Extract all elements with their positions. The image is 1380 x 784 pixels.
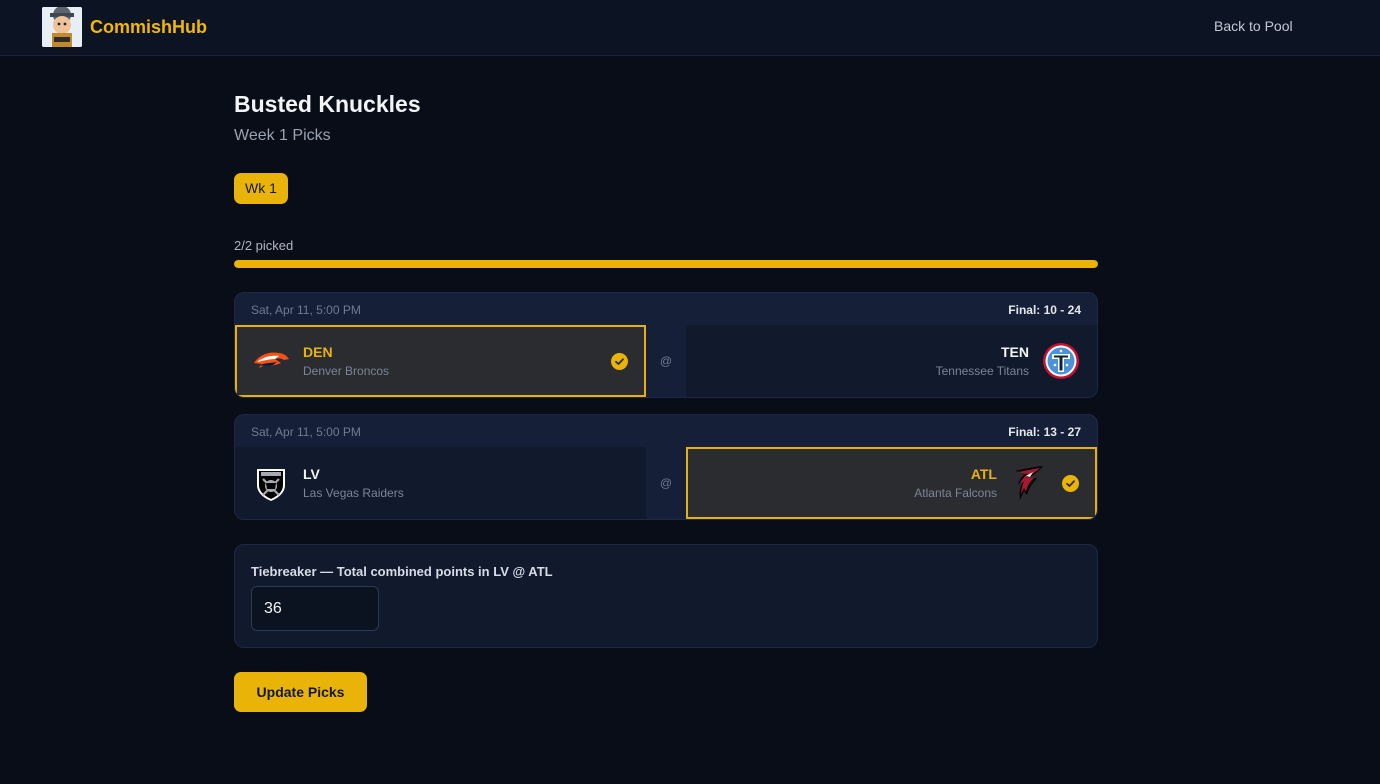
- progress-bar: [234, 260, 1098, 268]
- team-option-atl[interactable]: ATL Atlanta Falcons: [686, 447, 1097, 519]
- team-name: Tennessee Titans: [935, 364, 1029, 378]
- page-title: Busted Knuckles: [234, 91, 421, 117]
- team-name: Atlanta Falcons: [914, 486, 997, 500]
- team-option-lv[interactable]: LV Las Vegas Raiders: [235, 447, 646, 519]
- team-option-ten[interactable]: TEN Tennessee Titans: [686, 325, 1097, 397]
- page-subtitle: Week 1 Picks: [234, 127, 331, 144]
- game-header: Sat, Apr 11, 5:00 PM Final: 10 - 24: [235, 293, 1097, 325]
- team-name: Las Vegas Raiders: [303, 486, 404, 500]
- checkmark-icon: [1062, 475, 1079, 492]
- progress-label: 2/2 picked: [234, 238, 294, 253]
- team-name: Denver Broncos: [303, 364, 390, 378]
- falcons-logo-icon: [1009, 463, 1049, 503]
- progress-bar-fill: [234, 260, 1098, 268]
- tiebreaker-label: Tiebreaker — Total combined points in LV…: [251, 564, 553, 579]
- team-abbr: ATL: [970, 466, 997, 482]
- team-option-den[interactable]: DEN Denver Broncos: [235, 325, 646, 397]
- commishhub-logo-icon: [42, 7, 82, 47]
- game-time: Sat, Apr 11, 5:00 PM: [251, 425, 361, 439]
- team-abbr: LV: [303, 466, 320, 482]
- top-navbar: CommishHub Back to Pool: [0, 0, 1380, 56]
- game-card: Sat, Apr 11, 5:00 PM Final: 10 - 24 DEN …: [234, 292, 1098, 398]
- game-final-score: Final: 10 - 24: [1008, 303, 1081, 317]
- game-time: Sat, Apr 11, 5:00 PM: [251, 303, 361, 317]
- game-header: Sat, Apr 11, 5:00 PM Final: 13 - 27: [235, 415, 1097, 447]
- checkmark-icon: [611, 353, 628, 370]
- back-to-pool-link[interactable]: Back to Pool: [1214, 18, 1293, 34]
- team-abbr: TEN: [1001, 344, 1029, 360]
- raiders-logo-icon: [251, 463, 291, 503]
- update-picks-button[interactable]: Update Picks: [234, 672, 367, 712]
- tiebreaker-card: Tiebreaker — Total combined points in LV…: [234, 544, 1098, 648]
- brand-name: CommishHub: [90, 16, 207, 37]
- tiebreaker-input[interactable]: [251, 586, 379, 631]
- game-final-score: Final: 13 - 27: [1008, 425, 1081, 439]
- at-separator: @: [659, 354, 673, 368]
- titans-logo-icon: [1041, 341, 1081, 381]
- week-tab-1[interactable]: Wk 1: [234, 173, 288, 204]
- team-abbr: DEN: [303, 344, 333, 360]
- at-separator: @: [659, 476, 673, 490]
- broncos-logo-icon: [251, 341, 291, 381]
- brand[interactable]: CommishHub: [42, 7, 207, 47]
- game-card: Sat, Apr 11, 5:00 PM Final: 13 - 27 LV L…: [234, 414, 1098, 520]
